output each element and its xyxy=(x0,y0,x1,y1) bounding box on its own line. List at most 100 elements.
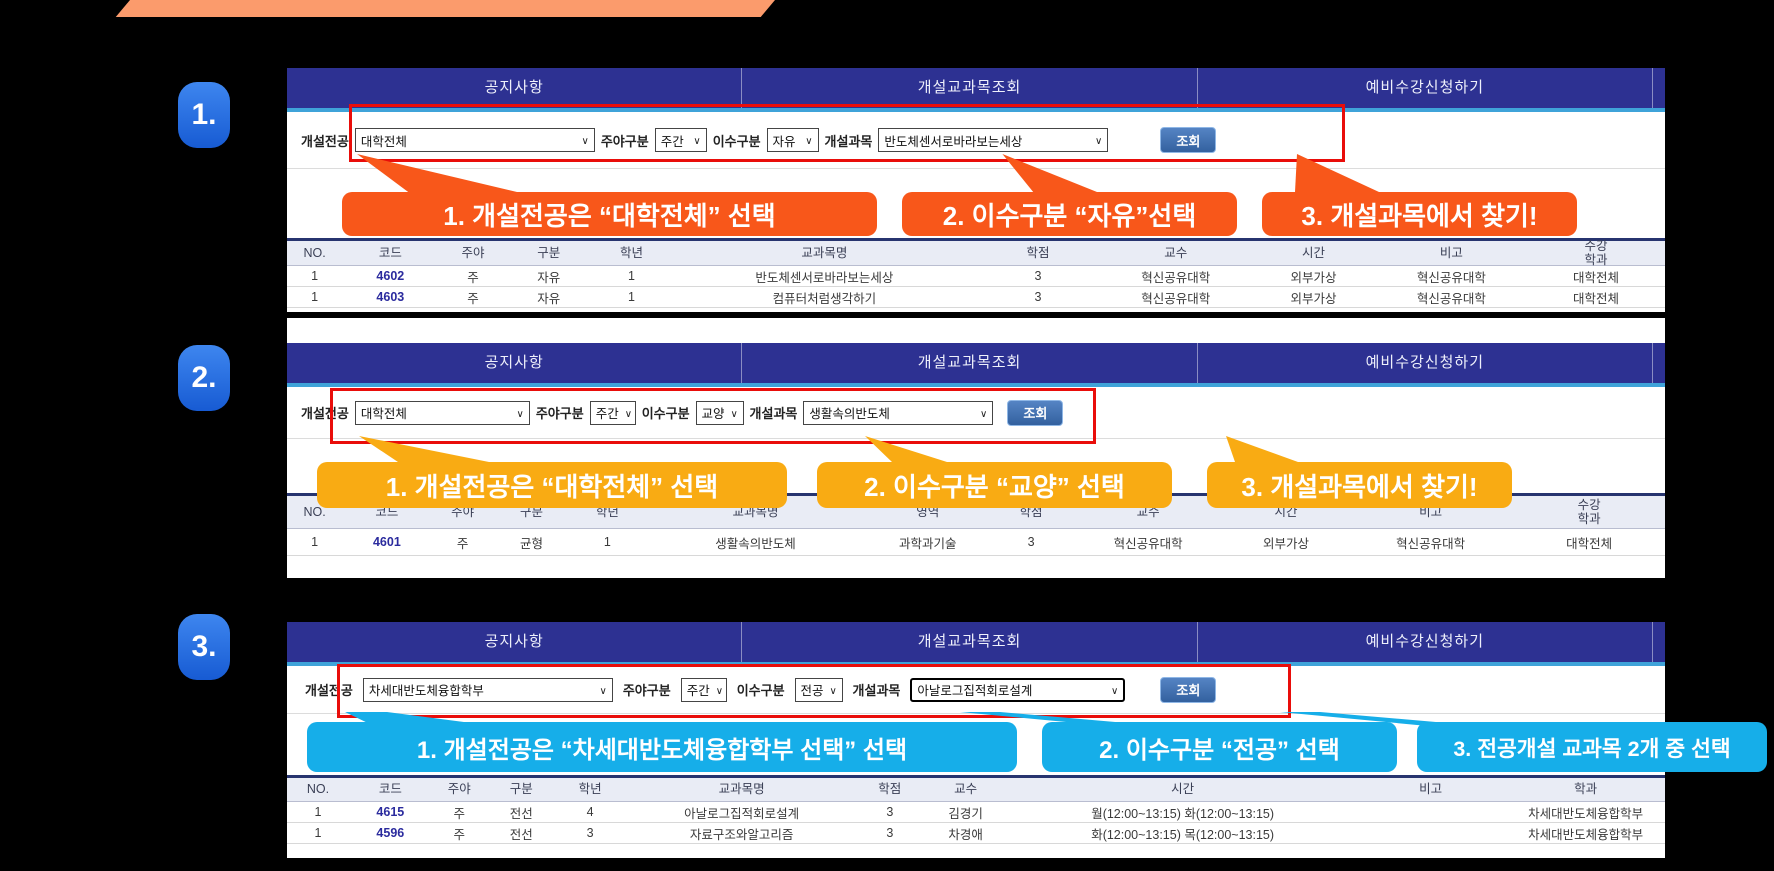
table-cell: 혁신공유대학 xyxy=(1100,266,1252,286)
table-cell: 주 xyxy=(432,529,494,555)
callout-pointer xyxy=(847,436,947,462)
column-header: 코드 xyxy=(349,778,432,801)
step-badge-3: 3. xyxy=(178,614,230,680)
table-cell: 외부가상 xyxy=(1252,287,1376,307)
major-select[interactable]: 차세대반도체융합학부 xyxy=(363,678,613,702)
nav-item-notice[interactable]: 공지사항 xyxy=(287,343,742,383)
course-table: NO.코드주야구분학년교과목명학점교수시간비고학과 14615주전선4아날로그집… xyxy=(287,775,1665,844)
daynight-select-value: 주간 xyxy=(687,680,710,699)
major-select[interactable]: 대학전체 xyxy=(355,401,530,425)
table-cell: 1 xyxy=(569,529,645,555)
major-label: 개설전공 xyxy=(301,403,349,422)
column-header: 수강 학과 xyxy=(1527,241,1665,265)
table-cell xyxy=(1355,823,1507,843)
dropdown-arrow-icon xyxy=(710,683,723,697)
nav-item-open-course-search[interactable]: 개설교과목조회 xyxy=(742,343,1197,383)
table-body: 14601주균형1생활속의반도체과학과기술3혁신공유대학외부가상혁신공유대학대학… xyxy=(287,529,1665,556)
callout-step-1: 1. 개설전공은 “차세대반도체융합학부 선택” 선택 xyxy=(307,722,1017,772)
table-cell: 대학전체 xyxy=(1527,266,1665,286)
subject-label: 개설과목 xyxy=(750,403,798,422)
major-select[interactable]: 대학전체 xyxy=(355,128,595,152)
column-header: 학점 xyxy=(859,778,921,801)
table-cell: 3 xyxy=(859,823,921,843)
nav-item-notice[interactable]: 공지사항 xyxy=(287,68,742,108)
screenshot-panel-3: 공지사항 개설교과목조회 예비수강신청하기 개설전공 차세대반도체융합학부 주야… xyxy=(287,622,1665,858)
daynight-select[interactable]: 주간 xyxy=(681,678,727,702)
column-header: NO. xyxy=(287,778,349,801)
nav-item-pre-registration[interactable]: 예비수강신청하기 xyxy=(1198,622,1653,662)
search-button[interactable]: 조회 xyxy=(1160,127,1216,153)
course-code-link[interactable]: 4603 xyxy=(342,287,438,307)
course-code-link[interactable]: 4615 xyxy=(349,802,432,822)
table-cell: 3 xyxy=(976,287,1100,307)
dropdown-arrow-icon xyxy=(594,683,607,697)
callout-step-1: 1. 개설전공은 “대학전체” 선택 xyxy=(342,192,877,236)
column-header: 교수 xyxy=(921,778,1011,801)
dropdown-arrow-icon xyxy=(687,133,700,147)
course-code-link[interactable]: 4596 xyxy=(349,823,432,843)
search-button[interactable]: 조회 xyxy=(1007,400,1063,426)
table-cell: 화(12:00~13:15) 목(12:00~13:15) xyxy=(1010,823,1355,843)
daynight-select[interactable]: 주간 xyxy=(655,128,707,152)
nav-item-notice[interactable]: 공지사항 xyxy=(287,622,742,662)
nav-item-pre-registration[interactable]: 예비수강신청하기 xyxy=(1198,68,1653,108)
course-type-select[interactable]: 전공 xyxy=(795,678,843,702)
table-cell: 3 xyxy=(859,802,921,822)
table-cell: 1 xyxy=(590,266,673,286)
nav-item-open-course-search[interactable]: 개설교과목조회 xyxy=(742,622,1197,662)
course-type-label: 이수구분 xyxy=(642,403,690,422)
daynight-label: 주야구분 xyxy=(536,403,584,422)
table-cell: 주 xyxy=(432,823,487,843)
dropdown-arrow-icon xyxy=(1105,683,1118,697)
dropdown-arrow-icon xyxy=(824,683,837,697)
subject-select[interactable]: 생활속의반도체 xyxy=(803,401,993,425)
table-row: 14596주전선3자료구조와알고리즘3차경애화(12:00~13:15) 목(1… xyxy=(287,823,1665,844)
subject-select-value: 반도체센서로바라보는세상 xyxy=(884,131,1022,150)
portal-navbar: 공지사항 개설교과목조회 예비수강신청하기 xyxy=(287,622,1665,662)
major-label: 개설전공 xyxy=(305,680,353,699)
callout-pointer xyxy=(1217,436,1307,462)
table-cell: 3 xyxy=(976,266,1100,286)
course-type-select[interactable]: 자유 xyxy=(767,128,819,152)
table-row: 14603주자유1컴퓨터처럼생각하기3혁신공유대학외부가상혁신공유대학대학전체 xyxy=(287,287,1665,308)
table-row: 14602주자유1반도체센서로바라보는세상3혁신공유대학외부가상혁신공유대학대학… xyxy=(287,266,1665,287)
dropdown-arrow-icon xyxy=(725,406,738,420)
callout-step-2: 2. 이수구분 “자유”선택 xyxy=(902,192,1237,236)
column-header: 구분 xyxy=(507,241,590,265)
nav-item-open-course-search[interactable]: 개설교과목조회 xyxy=(742,68,1197,108)
search-button[interactable]: 조회 xyxy=(1160,677,1216,703)
table-cell: 혁신공유대학 xyxy=(1376,266,1528,286)
column-header: 주야 xyxy=(439,241,508,265)
table-body: 14615주전선4아날로그집적회로설계3김경기월(12:00~13:15) 화(… xyxy=(287,802,1665,844)
subject-label: 개설과목 xyxy=(853,680,901,699)
column-header: 비고 xyxy=(1376,241,1528,265)
table-cell: 4 xyxy=(556,802,625,822)
subject-select[interactable]: 아날로그집적회로설계 xyxy=(910,678,1125,702)
nav-item-pre-registration[interactable]: 예비수강신청하기 xyxy=(1198,343,1653,383)
column-header: 교과목명 xyxy=(625,778,859,801)
table-cell: 자유 xyxy=(507,287,590,307)
course-type-select[interactable]: 교양 xyxy=(696,401,744,425)
course-code-link[interactable]: 4601 xyxy=(342,529,432,555)
column-header: 학과 xyxy=(1506,778,1664,801)
column-header: 학점 xyxy=(976,241,1100,265)
table-cell: 김경기 xyxy=(921,802,1011,822)
course-code-link[interactable]: 4602 xyxy=(342,266,438,286)
table-cell: 균형 xyxy=(494,529,570,555)
callout-step-3: 3. 전공개설 교과목 2개 중 선택 xyxy=(1417,722,1767,772)
column-header: 주야 xyxy=(432,778,487,801)
table-cell: 차세대반도체융합학부 xyxy=(1506,823,1664,843)
subject-label: 개설과목 xyxy=(825,131,873,150)
daynight-label: 주야구분 xyxy=(623,680,671,699)
step-badge-2: 2. xyxy=(178,345,230,411)
table-cell: 생활속의반도체 xyxy=(645,529,865,555)
table-cell: 대학전체 xyxy=(1513,529,1665,555)
table-cell: 외부가상 xyxy=(1224,529,1348,555)
step-badge-label: 3. xyxy=(191,630,216,664)
table-cell: 1 xyxy=(590,287,673,307)
column-header: 학년 xyxy=(556,778,625,801)
daynight-select[interactable]: 주간 xyxy=(590,401,636,425)
subject-select[interactable]: 반도체센서로바라보는세상 xyxy=(878,128,1108,152)
table-cell: 1 xyxy=(287,287,342,307)
callout-step-1: 1. 개설전공은 “대학전체” 선택 xyxy=(317,462,787,508)
